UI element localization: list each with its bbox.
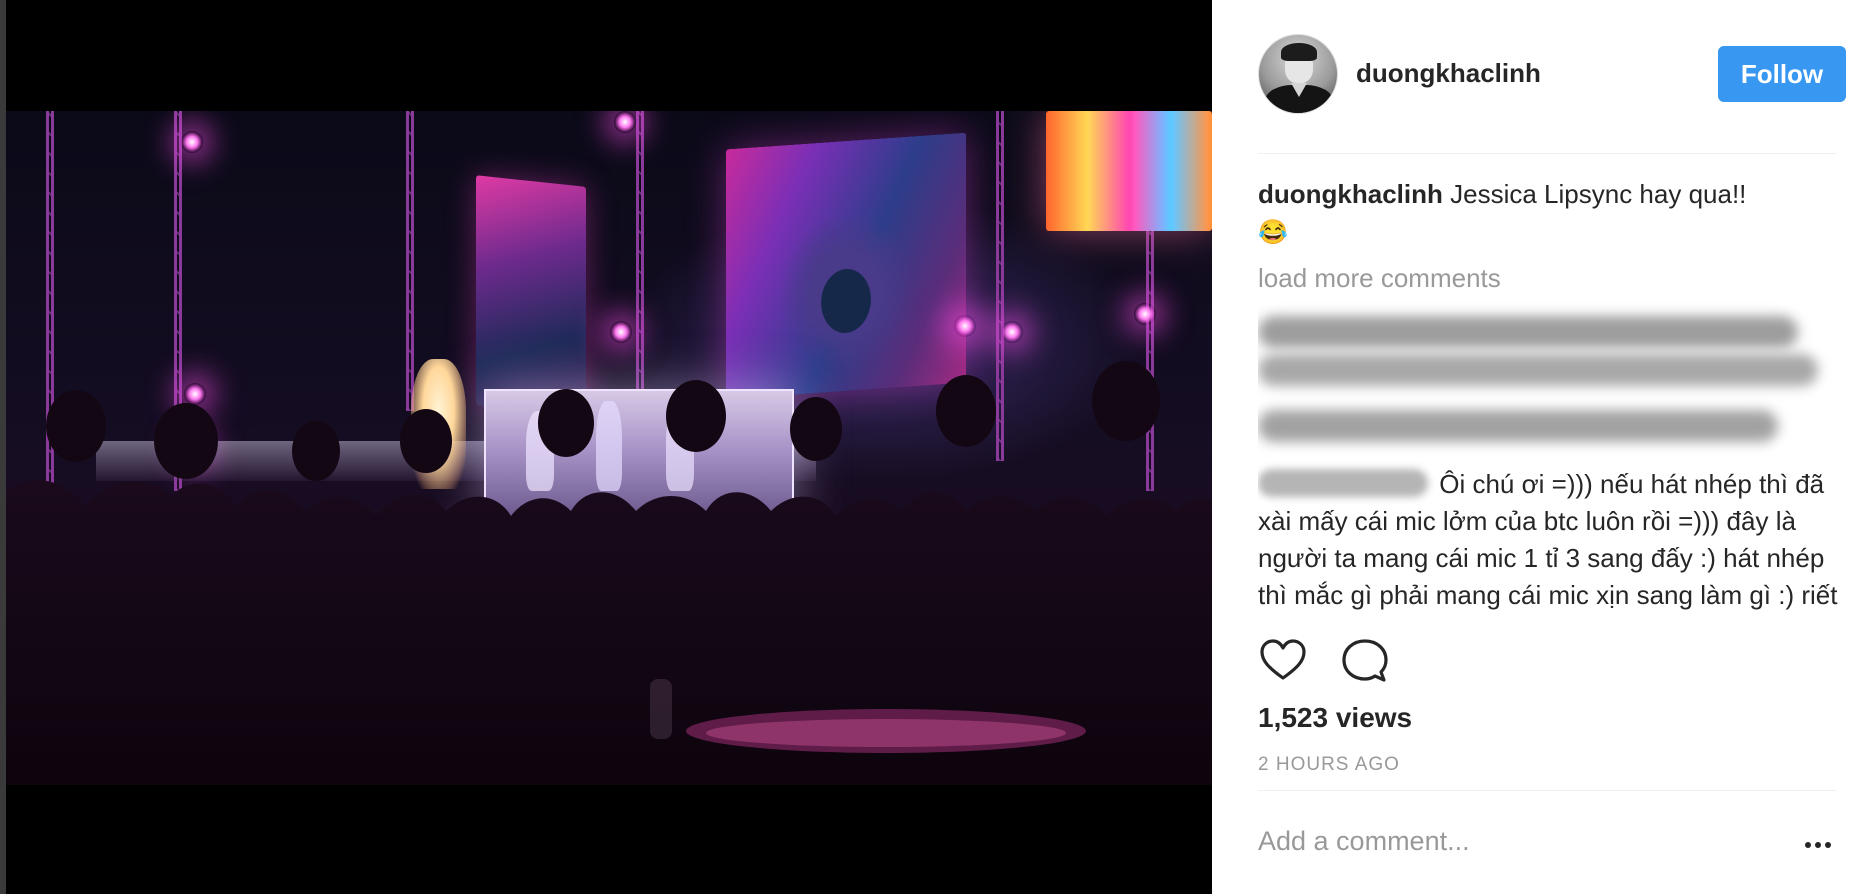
divider [1258, 790, 1836, 791]
laughing-emoji: 😂 [1258, 219, 1288, 246]
caption-text: Jessica Lipsync hay qua!! [1450, 179, 1747, 209]
username-link[interactable]: duongkhaclinh [1356, 58, 1541, 89]
post-media[interactable] [6, 0, 1212, 894]
blurred-comment-line [1258, 316, 1798, 348]
view-count: 1,523 views [1258, 702, 1413, 733]
blurred-commenter-name [1258, 469, 1428, 497]
add-comment-input[interactable]: Add a comment... [1258, 826, 1470, 857]
comments-section: duongkhaclinh Jessica Lipsync hay qua!! … [1258, 176, 1838, 613]
crowd-silhouettes [6, 111, 1212, 785]
action-bar [1258, 636, 1458, 686]
heart-icon[interactable] [1258, 636, 1308, 686]
comment-blurred-1 [1258, 316, 1838, 386]
instagram-post-page: duongkhaclinh Follow duongkhaclinh Jessi… [0, 0, 1870, 894]
comment-item: Ôi chú ơi =))) nếu hát nhép thì đã xài m… [1258, 466, 1838, 613]
caption-username[interactable]: duongkhaclinh [1258, 179, 1443, 209]
follow-button[interactable]: Follow [1718, 46, 1846, 102]
post-timestamp[interactable]: 2 HOURS AGO [1258, 754, 1400, 776]
load-more-comments-link[interactable]: load more comments [1258, 263, 1838, 294]
more-options-icon[interactable] [1798, 830, 1838, 860]
post-sidebar: duongkhaclinh Follow duongkhaclinh Jessi… [1212, 0, 1870, 894]
comment-icon[interactable] [1340, 636, 1390, 686]
avatar[interactable] [1258, 34, 1338, 114]
post-header: duongkhaclinh Follow [1258, 0, 1846, 154]
blurred-comment-line [1258, 354, 1818, 386]
caption: duongkhaclinh Jessica Lipsync hay qua!! … [1258, 176, 1838, 251]
comment-blurred-2 [1258, 410, 1778, 442]
concert-video[interactable] [6, 111, 1212, 785]
